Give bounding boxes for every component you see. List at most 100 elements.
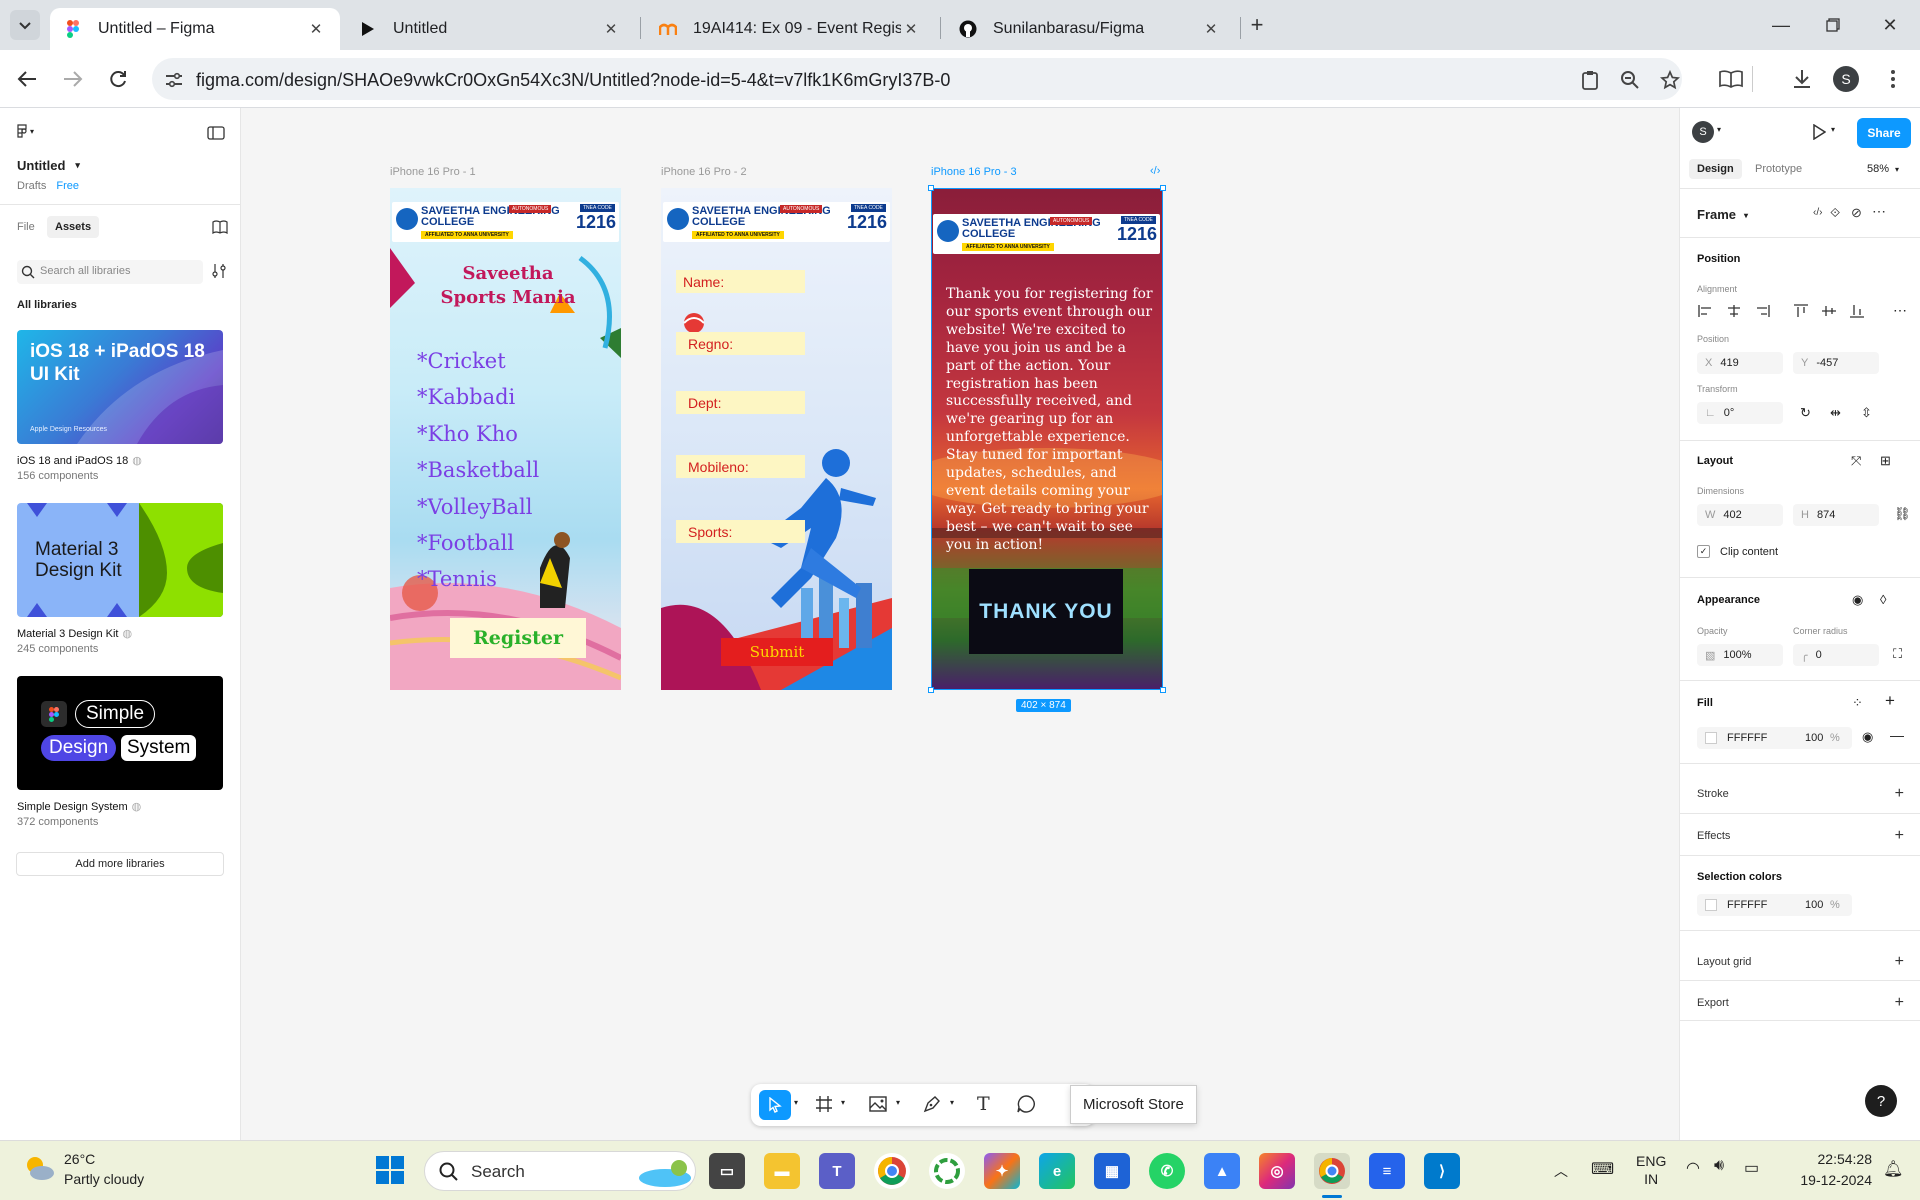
forward-arrow-icon[interactable] — [58, 64, 88, 94]
fill-color-field[interactable]: FFFFFF 100 % — [1697, 727, 1852, 749]
tab-file[interactable]: File — [17, 221, 35, 233]
drafts-link[interactable]: Drafts — [17, 180, 46, 192]
volume-icon[interactable]: 🔊︎ — [1714, 1157, 1724, 1175]
dept-field[interactable]: Dept: — [676, 391, 805, 414]
constrain-proportions-icon[interactable]: ⛓ — [1894, 506, 1911, 522]
notification-bell-icon[interactable]: 🔔︎ — [1883, 1159, 1903, 1179]
chevron-up-icon[interactable]: ︿ — [1554, 1161, 1568, 1181]
library-book-icon[interactable] — [212, 220, 228, 234]
text-tool-icon[interactable]: T — [977, 1093, 990, 1115]
blend-mode-icon[interactable]: ◊ — [1880, 592, 1886, 607]
close-icon[interactable]: ✕ — [306, 19, 326, 39]
instagram-icon[interactable]: ◎ — [1259, 1153, 1295, 1189]
url-omnibox[interactable]: figma.com/design/SHAOe9vwkCr0OxGn54Xc3N/… — [152, 58, 1682, 100]
sync-app-icon[interactable] — [929, 1153, 965, 1189]
corner-radius-field[interactable]: ╭ 0 — [1793, 644, 1879, 666]
keyboard-icon[interactable]: ⌨ — [1591, 1159, 1614, 1179]
code-icon[interactable]: ‹/› — [1150, 165, 1160, 177]
tab-design[interactable]: Design — [1689, 159, 1742, 179]
add-stroke-plus-icon[interactable]: + — [1895, 785, 1904, 803]
image-tool-icon[interactable] — [869, 1095, 887, 1113]
profile-avatar[interactable]: S — [1833, 66, 1859, 92]
back-arrow-icon[interactable] — [12, 64, 42, 94]
tab-search-button[interactable] — [10, 10, 40, 40]
partly-cloudy-icon[interactable] — [22, 1153, 56, 1183]
clip-content-checkbox[interactable]: ✓ Clip content — [1697, 545, 1778, 558]
teams-icon[interactable]: T — [819, 1153, 855, 1189]
more-vertical-icon[interactable] — [1878, 64, 1908, 94]
whatsapp-icon[interactable]: ✆ — [1149, 1153, 1185, 1189]
align-right-icon[interactable] — [1753, 304, 1771, 318]
new-tab-plus-icon[interactable]: + — [1244, 12, 1270, 38]
independent-corners-icon[interactable]: ⛶ — [1893, 646, 1902, 662]
tab-untitled[interactable]: Untitled ✕ — [345, 8, 635, 50]
add-more-libraries-button[interactable]: Add more libraries — [16, 852, 224, 876]
restore-icon[interactable] — [1820, 12, 1846, 38]
eye-icon[interactable]: ◉ — [1862, 729, 1873, 745]
help-button[interactable]: ? — [1865, 1085, 1897, 1117]
design-canvas[interactable]: iPhone 16 Pro - 1 SAVEETHA ENGINEERING C… — [241, 108, 1679, 1140]
align-left-icon[interactable] — [1697, 304, 1715, 318]
submit-button[interactable]: Submit — [721, 638, 833, 666]
chrome-icon[interactable] — [874, 1153, 910, 1189]
user-avatar[interactable]: S — [1692, 121, 1714, 143]
add-layout-grid-plus-icon[interactable]: + — [1895, 953, 1904, 971]
reload-icon[interactable] — [103, 64, 133, 94]
microsoft-store-icon[interactable]: ▦ — [1094, 1153, 1130, 1189]
tab-moodle[interactable]: 19AI414: Ex 09 - Event Registrat ✕ — [645, 8, 935, 50]
reading-mode-icon[interactable] — [1716, 64, 1746, 94]
notepad-icon[interactable]: ≡ — [1369, 1153, 1405, 1189]
taskbar-search[interactable]: Search — [424, 1151, 696, 1191]
regno-field[interactable]: Regno: — [676, 332, 805, 355]
auto-layout-icon[interactable]: ⤧ — [1851, 453, 1861, 469]
y-position-field[interactable]: Y -457 — [1793, 352, 1879, 374]
task-view-icon[interactable]: ▭ — [709, 1153, 745, 1189]
flip-vertical-icon[interactable]: ⇳ — [1861, 405, 1872, 421]
chevron-down-icon[interactable]: ▾ — [1717, 125, 1721, 134]
app-icon[interactable]: ▲ — [1204, 1153, 1240, 1189]
register-button[interactable]: Register — [450, 618, 586, 658]
chevron-down-icon[interactable]: ▾ — [1831, 125, 1835, 134]
clipboard-icon[interactable] — [1578, 68, 1602, 92]
figma-menu-button[interactable]: ▾ — [17, 124, 34, 138]
clock-date[interactable]: 19-12-2024 — [1790, 1172, 1872, 1188]
mobileno-field[interactable]: Mobileno: — [676, 455, 805, 478]
frame-type-menu[interactable]: Frame ▾ — [1697, 207, 1748, 222]
present-play-icon[interactable] — [1812, 124, 1826, 140]
language-indicator[interactable]: ENG IN — [1636, 1152, 1666, 1188]
share-button[interactable]: Share — [1857, 118, 1911, 148]
align-top-icon[interactable] — [1793, 304, 1809, 318]
rotate-90-icon[interactable]: ↻ — [1800, 405, 1811, 421]
frame-label[interactable]: iPhone 16 Pro - 3 — [931, 166, 1017, 178]
height-field[interactable]: H 874 — [1793, 504, 1879, 526]
close-window-icon[interactable]: ✕ — [1877, 12, 1903, 38]
layout-options-icon[interactable]: ⊞ — [1880, 453, 1891, 469]
resize-handle[interactable] — [928, 687, 934, 693]
width-field[interactable]: W 402 — [1697, 504, 1783, 526]
rotation-field[interactable]: ∟ 0° — [1697, 402, 1783, 424]
tab-github[interactable]: Sunilanbarasu/Figma ✕ — [945, 8, 1235, 50]
copilot-icon[interactable]: ✦ — [984, 1153, 1020, 1189]
weather-condition[interactable]: Partly cloudy — [64, 1171, 144, 1187]
align-center-icon[interactable] — [1725, 304, 1743, 318]
tab-assets[interactable]: Assets — [47, 216, 100, 238]
frame-tool-icon[interactable] — [815, 1095, 833, 1113]
library-card-simple-design[interactable]: Simple Design System — [17, 676, 223, 790]
sports-field[interactable]: Sports: — [676, 520, 805, 543]
zoom-out-icon[interactable] — [1618, 68, 1642, 92]
styles-grid-icon[interactable]: ⁘ — [1852, 695, 1863, 711]
library-search-field[interactable]: Search all libraries — [17, 260, 203, 284]
chevron-down-icon[interactable]: ▾ — [841, 1098, 845, 1107]
library-card-ios[interactable]: iOS 18 + iPadOS 18 UI Kit Apple Design R… — [17, 330, 223, 444]
align-middle-icon[interactable] — [1821, 304, 1837, 318]
code-icon[interactable]: ‹/› — [1813, 207, 1822, 218]
vscode-icon[interactable]: ⟩ — [1424, 1153, 1460, 1189]
frame-iphone-1[interactable]: SAVEETHA ENGINEERING COLLEGE AUTONOMOUS … — [390, 188, 621, 690]
wifi-icon[interactable]: ◠ — [1686, 1158, 1700, 1178]
close-icon[interactable]: ✕ — [601, 19, 621, 39]
name-field[interactable]: Name: — [676, 270, 805, 293]
star-icon[interactable] — [1658, 68, 1682, 92]
chrome-active-icon[interactable] — [1314, 1153, 1350, 1189]
battery-icon[interactable]: ▭ — [1744, 1158, 1759, 1178]
frame-iphone-3[interactable]: SAVEETHA ENGINEERING COLLEGE AUTONOMOUS … — [931, 188, 1163, 690]
